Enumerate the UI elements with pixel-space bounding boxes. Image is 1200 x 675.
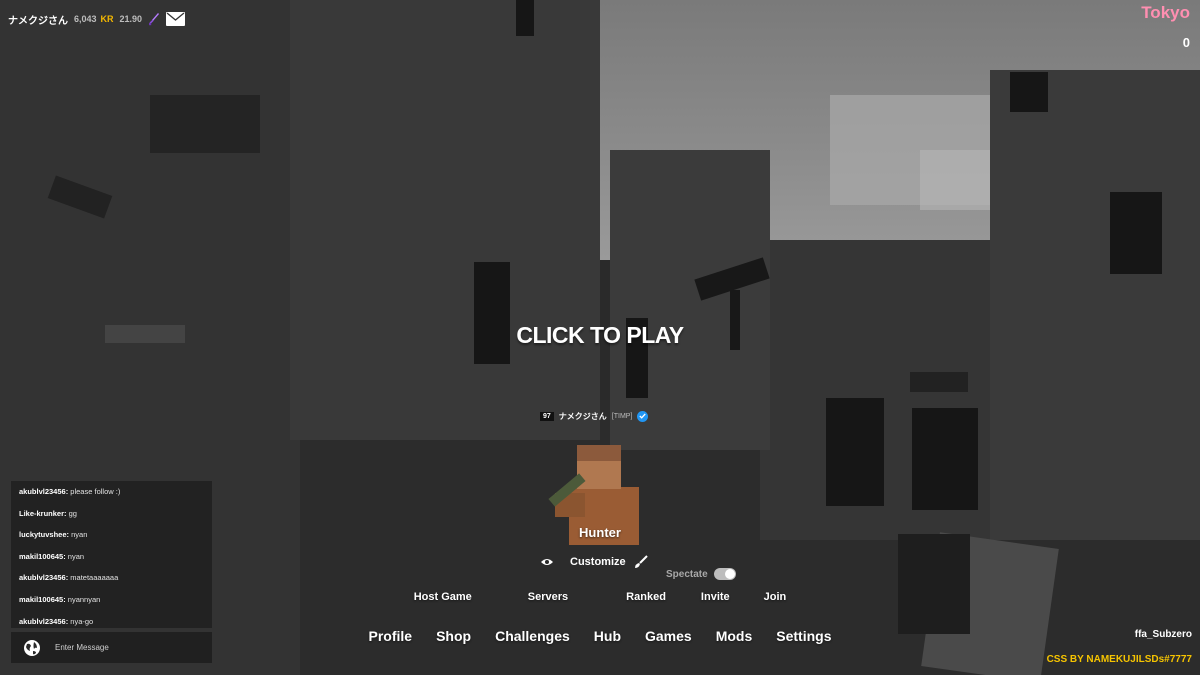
score-counter: 0 bbox=[1182, 35, 1190, 50]
player-level-badge: 97 bbox=[540, 411, 554, 421]
chat-text: nyannyan bbox=[67, 594, 101, 604]
globe-icon[interactable] bbox=[23, 639, 41, 657]
main-menu-mods[interactable]: Mods bbox=[716, 628, 753, 644]
customize-button[interactable]: Customize bbox=[570, 556, 626, 568]
window bbox=[516, 0, 534, 36]
chat-text: nya-go bbox=[70, 616, 94, 626]
dagger-icon[interactable] bbox=[148, 12, 160, 26]
player-nameplate: 97 ナメクジさん [TIMP] bbox=[540, 409, 649, 423]
sub-menu-join[interactable]: Join bbox=[764, 591, 787, 603]
character-hair bbox=[577, 445, 621, 461]
chat-box[interactable]: akublvl23456: please follow :) Like-krunk… bbox=[11, 481, 212, 628]
kr-balance: 21.90 bbox=[119, 14, 143, 24]
account-name[interactable]: ナメクジさん bbox=[8, 12, 68, 27]
chat-input-bar bbox=[11, 632, 212, 663]
chat-message: makil100645: nyan bbox=[11, 546, 212, 568]
account-bar: ナメクジさん 6,043 KR 21.90 bbox=[8, 9, 186, 29]
chat-text: matetaaaaaaa bbox=[70, 573, 119, 583]
building-center bbox=[290, 0, 600, 440]
chat-username[interactable]: akublvl23456: bbox=[19, 487, 68, 496]
css-credit: CSS BY NAMEKUJILSDs#7777 bbox=[1046, 654, 1192, 665]
mail-icon[interactable] bbox=[166, 12, 186, 26]
chat-text: nyan bbox=[71, 530, 88, 540]
sub-menu-host-game[interactable]: Host Game bbox=[414, 591, 472, 603]
map-name: ffa_Subzero bbox=[1134, 629, 1192, 640]
main-menu-settings[interactable]: Settings bbox=[776, 628, 831, 644]
cloud bbox=[920, 150, 990, 210]
building-center-right bbox=[610, 150, 770, 450]
wall-texture bbox=[910, 372, 968, 392]
sub-menu-invite[interactable]: Invite bbox=[701, 591, 730, 603]
chat-username[interactable]: Like-krunker: bbox=[19, 509, 67, 518]
chat-text: nyan bbox=[67, 551, 85, 561]
chat-message: makil100645: nyannyan bbox=[11, 589, 212, 611]
building-right bbox=[990, 70, 1200, 540]
kr-label: KR bbox=[100, 14, 114, 24]
click-to-play-button[interactable]: CLICK TO PLAY bbox=[0, 322, 1200, 349]
wall-texture bbox=[150, 95, 260, 153]
window bbox=[1010, 72, 1048, 112]
chat-text: gg bbox=[68, 508, 77, 518]
chat-message-input[interactable] bbox=[53, 642, 197, 653]
brush-icon[interactable] bbox=[634, 555, 648, 569]
spectate-label: Spectate bbox=[666, 568, 708, 580]
main-menu-profile[interactable]: Profile bbox=[369, 628, 413, 644]
chat-message: akublvl23456: please follow :) bbox=[11, 481, 212, 503]
window bbox=[912, 408, 978, 510]
chat-text: please follow :) bbox=[70, 487, 121, 496]
chat-message: akublvl23456: matetaaaaaaa bbox=[11, 567, 212, 589]
chat-username[interactable]: akublvl23456: bbox=[19, 573, 68, 582]
player-name: ナメクジさん bbox=[558, 411, 607, 421]
chat-username[interactable]: luckytuvshee: bbox=[19, 530, 69, 539]
chat-username[interactable]: akublvl23456: bbox=[19, 617, 68, 626]
eye-icon[interactable] bbox=[540, 557, 554, 567]
main-menu-shop[interactable]: Shop bbox=[436, 628, 471, 644]
verified-icon bbox=[637, 410, 649, 422]
customize-row: Customize bbox=[540, 554, 648, 570]
chat-message: Like-krunker: gg bbox=[11, 503, 212, 525]
spectate-toggle[interactable] bbox=[713, 568, 736, 580]
chat-message: luckytuvshee: nyan bbox=[11, 524, 212, 546]
spectate-row: Spectate bbox=[666, 567, 736, 581]
account-level: 6,043 bbox=[74, 14, 97, 24]
chat-username[interactable]: makil100645: bbox=[19, 595, 66, 604]
region-label[interactable]: Tokyo bbox=[1141, 3, 1190, 23]
main-menu-games[interactable]: Games bbox=[645, 628, 692, 644]
chat-username[interactable]: makil100645: bbox=[19, 552, 66, 561]
sub-menu-ranked[interactable]: Ranked bbox=[626, 591, 666, 603]
main-menu-hub[interactable]: Hub bbox=[594, 628, 621, 644]
chat-message: akublvl23456: nya-go bbox=[11, 611, 212, 633]
crate bbox=[898, 534, 970, 634]
window bbox=[826, 398, 884, 506]
player-clan: [TIMP] bbox=[611, 412, 633, 420]
window bbox=[1110, 192, 1162, 274]
main-menu-challenges[interactable]: Challenges bbox=[495, 628, 570, 644]
sub-menu-servers[interactable]: Servers bbox=[528, 591, 568, 603]
